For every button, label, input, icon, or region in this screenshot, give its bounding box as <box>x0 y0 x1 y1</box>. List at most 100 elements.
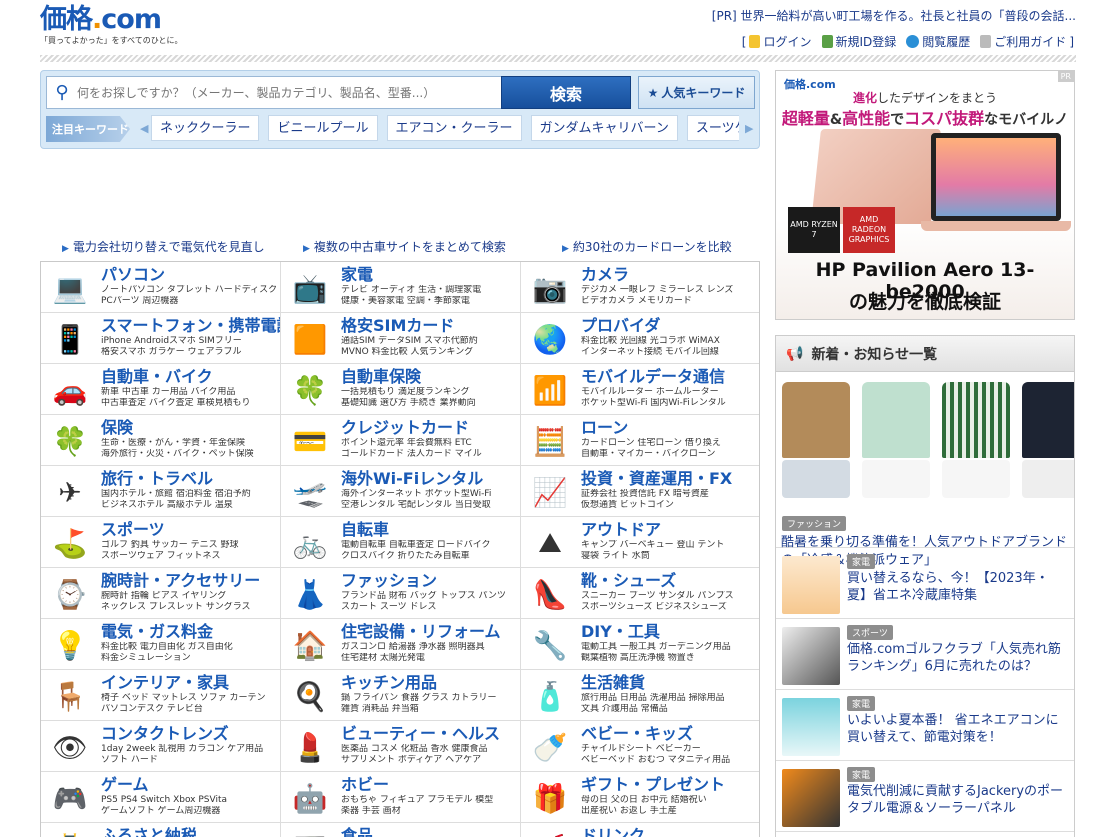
category-links[interactable]: デジカメ 一眼レフ ミラーレス レンズ <box>581 285 759 296</box>
category-cell[interactable]: 💡 電気・ガス料金 料金比較 電力自由化 ガス自由化 料金シミュレーション <box>41 619 281 670</box>
category-title[interactable]: 電気・ガス料金 <box>101 622 280 642</box>
category-links[interactable]: 料金比較 光回線 光コラボ WiMAX <box>581 336 759 347</box>
category-cell[interactable]: 🧴 生活雑貨 旅行用品 日用品 洗濯用品 掃除用品 文具 介護用品 常備品 <box>521 670 759 721</box>
category-links[interactable]: 電動工具 一般工具 ガーデニング用品 <box>581 642 759 653</box>
category-cell[interactable]: 📷 カメラ デジカメ 一眼レフ ミラーレス レンズ ビデオカメラ メモリカード <box>521 262 759 313</box>
category-cell[interactable]: 🔧 DIY・工具 電動工具 一般工具 ガーデニング用品 観葉植物 高圧洗浄機 物置き <box>521 619 759 670</box>
category-title[interactable]: ゲーム <box>101 775 280 795</box>
category-links[interactable]: 証券会社 投資信託 FX 暗号資産 <box>581 489 759 500</box>
category-cell[interactable]: 💳 クレジットカード ポイント還元率 年会費無料 ETC ゴールドカード 法人カード … <box>281 415 521 466</box>
login-link[interactable]: [ログイン <box>742 33 812 50</box>
category-cell[interactable]: ⛳ スポーツ ゴルフ 釣具 サッカー テニス 野球 スポーツウェア フィットネス <box>41 517 281 568</box>
category-links[interactable]: ネックレス ブレスレット サングラス <box>101 602 280 613</box>
category-title[interactable]: カメラ <box>581 265 759 285</box>
category-title[interactable]: ふるさと納税 <box>101 826 280 837</box>
category-links[interactable]: パソコンデスク テレビ台 <box>101 704 280 715</box>
category-cell[interactable]: 🛫 海外Wi-Fiレンタル 海外インターネット ポケット型Wi-Fi 空港レンタル 宅… <box>281 466 521 517</box>
category-links[interactable]: 海外インターネット ポケット型Wi-Fi <box>341 489 520 500</box>
category-links[interactable]: 椅子 ベッド マットレス ソファ カーテン <box>101 693 280 704</box>
news-item-title[interactable]: 電気代削減に貢献するJackeryのポータブル電源＆ソーラーパネル <box>847 783 1067 817</box>
category-cell[interactable]: 📈 投資・資産運用・FX 証券会社 投資信託 FX 暗号資産 仮想通貨 ビットコイン <box>521 466 759 517</box>
chevron-right-icon[interactable]: ▶ <box>745 122 753 135</box>
category-links[interactable]: 楽器 手芸 画材 <box>341 806 520 817</box>
category-cell[interactable]: 🍀 自動車保険 一括見積もり 満足度ランキング 基礎知識 選び方 手続き 業界動向 <box>281 364 521 415</box>
category-cell[interactable]: 🎁 ギフト・プレゼント 母の日 父の日 お中元 結婚祝い 出産祝い お返し 手土産 <box>521 772 759 823</box>
category-title[interactable]: 靴・シューズ <box>581 571 759 591</box>
category-title[interactable]: 海外Wi-Fiレンタル <box>341 469 520 489</box>
category-links[interactable]: 料金シミュレーション <box>101 653 280 664</box>
category-cell[interactable]: 🍼 ベビー・キッズ チャイルドシート ベビーカー ベビーベッド おむつ マタニティ用品 <box>521 721 759 772</box>
category-links[interactable]: 中古車査定 バイク査定 車検見積もり <box>101 398 280 409</box>
category-links[interactable]: 住宅建材 太陽光発電 <box>341 653 520 664</box>
category-cell[interactable]: 📱 スマートフォン・携帯電話 iPhone Androidスマホ SIMフリー 格安ス… <box>41 313 281 364</box>
category-links[interactable]: 海外旅行・火災・バイク・ペット保険 <box>101 449 280 460</box>
category-links[interactable]: 基礎知識 選び方 手続き 業界動向 <box>341 398 520 409</box>
category-cell[interactable]: 👗 ファッション ブランド品 財布 バッグ トップス パンツ スカート スーツ ドレス <box>281 568 521 619</box>
category-links[interactable]: ゴールドカード 法人カード マイル <box>341 449 520 460</box>
category-links[interactable]: おもちゃ フィギュア プラモデル 模型 <box>341 795 520 806</box>
register-link[interactable]: 新規ID登録 <box>821 33 896 50</box>
category-title[interactable]: 家電 <box>341 265 520 285</box>
category-cell[interactable]: ⌚ 腕時計・アクセサリー 腕時計 指輪 ピアス イヤリング ネックレス ブレスレット … <box>41 568 281 619</box>
keyword-chip[interactable]: ビニールプール <box>268 115 378 141</box>
category-title[interactable]: コンタクトレンズ <box>101 724 280 744</box>
category-links[interactable]: ビジネスホテル 高級ホテル 温泉 <box>101 500 280 511</box>
category-links[interactable]: スカート スーツ ドレス <box>341 602 520 613</box>
category-cell[interactable]: 📺 家電 テレビ オーディオ 生活・調理家電 健康・美容家電 空調・季節家電 <box>281 262 521 313</box>
category-links[interactable]: 仮想通貨 ビットコイン <box>581 500 759 511</box>
category-links[interactable]: PS5 PS4 Switch Xbox PSVita <box>101 795 280 806</box>
pr-link[interactable]: [PR] 世界一給料が高い町工場を作る。社長と社員の「普段の会話... <box>712 7 1076 24</box>
category-title[interactable]: ビューティー・ヘルス <box>341 724 520 744</box>
category-links[interactable]: モバイルルーター ホームルーター <box>581 387 759 398</box>
category-links[interactable]: 雑貨 消耗品 弁当箱 <box>341 704 520 715</box>
category-title[interactable]: DIY・工具 <box>581 622 759 642</box>
category-title[interactable]: 腕時計・アクセサリー <box>101 571 280 591</box>
category-title[interactable]: ドリンク <box>581 826 759 837</box>
category-links[interactable]: スポーツシューズ ビジネスシューズ <box>581 602 759 613</box>
category-links[interactable]: ゴルフ 釣具 サッカー テニス 野球 <box>101 540 280 551</box>
ad-banner[interactable]: PR 価格.com 進化したデザインをまとう 超軽量&高性能でコスパ抜群なモバイ… <box>775 70 1075 320</box>
category-cell[interactable]: 🎮 ゲーム PS5 PS4 Switch Xbox PSVita ゲームソフト ゲーム… <box>41 772 281 823</box>
news-header[interactable]: 📢 新着・お知らせ一覧 <box>776 336 1074 372</box>
category-title[interactable]: キッチン用品 <box>341 673 520 693</box>
category-links[interactable]: スポーツウェア フィットネス <box>101 551 280 562</box>
category-links[interactable]: ベビーベッド おむつ マタニティ用品 <box>581 755 759 766</box>
promo-cardloan-link[interactable]: 約30社のカードローンを比較 <box>562 238 732 255</box>
search-input[interactable] <box>77 85 497 100</box>
category-title[interactable]: ギフト・プレゼント <box>581 775 759 795</box>
category-links[interactable]: 健康・美容家電 空調・季節家電 <box>341 296 520 307</box>
category-links[interactable]: 格安スマホ ガラケー ウェアラブル <box>101 347 280 358</box>
chevron-left-icon[interactable]: ◀ <box>140 122 148 135</box>
category-links[interactable]: 観葉植物 高圧洗浄機 物置き <box>581 653 759 664</box>
category-title[interactable]: 格安SIMカード <box>341 316 520 336</box>
category-title[interactable]: ホビー <box>341 775 520 795</box>
category-title[interactable]: 自転車 <box>341 520 520 540</box>
category-cell[interactable]: 💄 ビューティー・ヘルス 医薬品 コスメ 化粧品 香水 健康食品 サプリメント ボディ… <box>281 721 521 772</box>
popular-keywords-button[interactable]: ★ 人気キーワード <box>638 76 755 109</box>
kakaku-logo[interactable]: 価格.com 「買ってよかった」をすべてのひとに。 <box>40 5 182 46</box>
category-links[interactable]: 一括見積もり 満足度ランキング <box>341 387 520 398</box>
keyword-chip[interactable]: ネッククーラー <box>151 115 260 141</box>
search-button[interactable]: 検索 <box>501 76 631 109</box>
category-cell[interactable]: ⛰ アウトドア キャンプ バーベキュー 登山 テント 寝袋 ライト 水筒 <box>521 517 759 568</box>
news-item-title[interactable]: 買い替えるなら、今！【2023年・夏】省エネ冷蔵庫特集 <box>847 570 1067 604</box>
category-cell[interactable]: 🏯 ふるさと納税 <box>41 823 281 837</box>
category-cell[interactable]: 🍀 保険 生命・医療・がん・学資・年金保険 海外旅行・火災・バイク・ペット保険 <box>41 415 281 466</box>
category-cell[interactable]: 📶 モバイルデータ通信 モバイルルーター ホームルーター ポケット型Wi-Fi 国内W… <box>521 364 759 415</box>
category-links[interactable]: テレビ オーディオ 生活・調理家電 <box>341 285 520 296</box>
news-item[interactable]: 家電 買い替えるなら、今！【2023年・夏】省エネ冷蔵庫特集 <box>776 548 1074 619</box>
category-cell[interactable]: 🥤 ドリンク <box>521 823 759 837</box>
category-links[interactable]: 空港レンタル 宅配レンタル 当日受取 <box>341 500 520 511</box>
category-links[interactable]: サプリメント ボディケア ヘアケア <box>341 755 520 766</box>
category-links[interactable]: インターネット接続 モバイル回線 <box>581 347 759 358</box>
keyword-chip[interactable]: エアコン・クーラー <box>386 115 522 141</box>
category-links[interactable]: 腕時計 指輪 ピアス イヤリング <box>101 591 280 602</box>
category-title[interactable]: 保険 <box>101 418 280 438</box>
category-links[interactable]: ポイント還元率 年会費無料 ETC <box>341 438 520 449</box>
news-item[interactable]: スポーツ 価格.comゴルフクラブ「人気売れ筋ランキング」6月に売れたのは？ <box>776 619 1074 690</box>
category-links[interactable]: 通話SIM データSIM スマホ代節約 <box>341 336 520 347</box>
category-title[interactable]: 投資・資産運用・FX <box>581 469 759 489</box>
category-title[interactable]: スマートフォン・携帯電話 <box>101 316 280 336</box>
category-cell[interactable]: 🚲 自転車 電動自転車 自転車査定 ロードバイク クロスバイク 折りたたみ自転車 <box>281 517 521 568</box>
category-cell[interactable]: 🧮 ローン カードローン 住宅ローン 借り換え 自動車・マイカー・バイクローン <box>521 415 759 466</box>
